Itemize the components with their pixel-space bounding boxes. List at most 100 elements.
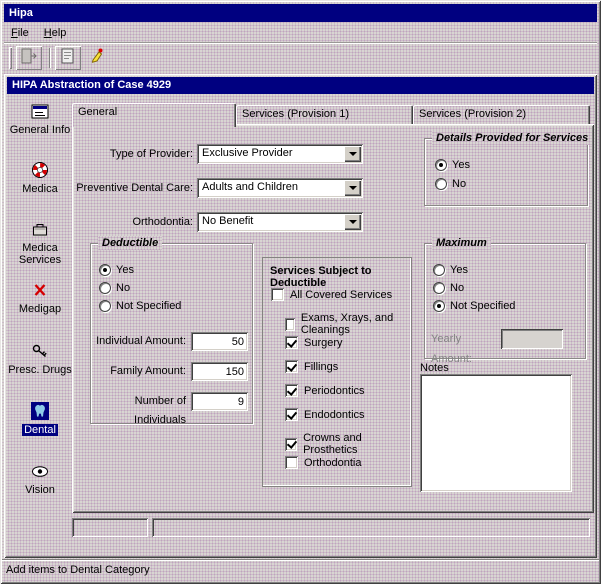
status-bar: Add items to Dental Category: [2, 559, 599, 580]
app-window: Hipa File Help HIPA Abstraction of Case …: [0, 0, 601, 584]
toolbar-grip[interactable]: [9, 47, 12, 69]
radio-icon[interactable]: [433, 300, 445, 312]
maximum-not-specified-radio[interactable]: Not Specified: [433, 300, 515, 312]
checkbox-label: Exams, Xrays, and Cleanings: [301, 312, 411, 336]
checkbox-icon[interactable]: [285, 360, 298, 373]
family-amount-input[interactable]: [191, 362, 248, 381]
sidebar-item-medica-services[interactable]: Medica Services: [7, 219, 73, 266]
checkbox-icon[interactable]: [285, 408, 298, 421]
checkbox-label: Periodontics: [304, 385, 365, 397]
deductible-no-radio[interactable]: No: [99, 282, 130, 294]
radio-icon[interactable]: [99, 282, 111, 294]
maximum-no-radio[interactable]: No: [433, 282, 464, 294]
check-exams-xrays-cleanings[interactable]: Exams, Xrays, and Cleanings: [285, 312, 411, 336]
tab-label: General: [78, 106, 117, 118]
check-surgery[interactable]: Surgery: [285, 336, 343, 349]
checkbox-icon[interactable]: [285, 318, 295, 331]
radio-icon[interactable]: [99, 264, 111, 276]
sidebar-item-label: Medigap: [19, 303, 61, 315]
checkbox-icon[interactable]: [285, 456, 298, 469]
details-no-radio[interactable]: No: [435, 178, 466, 190]
deductible-yes-radio[interactable]: Yes: [99, 264, 134, 276]
radio-icon[interactable]: [99, 300, 111, 312]
statusbar-cell-right: [152, 518, 590, 537]
deductible-groupbox: Deductible Yes No Not Specified Individu…: [90, 243, 253, 424]
checkbox-label: Surgery: [304, 337, 343, 349]
document-icon: [60, 48, 76, 67]
toolbar: [4, 42, 597, 72]
menu-bar: File Help: [4, 23, 597, 42]
tab-services-provision-1[interactable]: Services (Provision 1): [236, 105, 413, 124]
category-sidebar: General Info Medica Medica Services Medi…: [7, 96, 73, 534]
case-window: HIPA Abstraction of Case 4929 General In…: [4, 74, 597, 558]
radio-label: Yes: [452, 159, 470, 171]
sidebar-item-vision[interactable]: Vision: [7, 461, 73, 496]
combo-dropdown-button[interactable]: [344, 146, 361, 162]
red-x-icon: [30, 280, 50, 300]
radio-icon[interactable]: [433, 282, 445, 294]
checkbox-icon[interactable]: [285, 336, 298, 349]
notes-textarea[interactable]: [420, 374, 572, 492]
deductible-not-specified-radio[interactable]: Not Specified: [99, 300, 181, 312]
check-endodontics[interactable]: Endodontics: [285, 408, 365, 421]
notes-label: Notes: [420, 362, 449, 374]
tab-label: Services (Provision 1): [242, 108, 349, 120]
check-orthodontia[interactable]: Orthodontia: [285, 456, 361, 469]
radio-icon[interactable]: [435, 178, 447, 190]
exit-button[interactable]: [16, 46, 42, 70]
edit-button[interactable]: [84, 46, 110, 70]
checkbox-icon[interactable]: [285, 384, 298, 397]
preventive-dental-care-label: Preventive Dental Care:: [72, 178, 193, 198]
check-all-covered-services[interactable]: All Covered Services: [271, 288, 392, 301]
window-titlebar: Hipa: [4, 4, 597, 22]
check-crowns-prosthetics[interactable]: Crowns and Prosthetics: [285, 432, 411, 456]
tab-general[interactable]: General: [72, 103, 236, 127]
radio-icon[interactable]: [435, 159, 447, 171]
sidebar-item-label: Presc. Drugs: [8, 364, 72, 376]
tooth-icon: [30, 401, 50, 421]
combo-value: Adults and Children: [197, 178, 363, 198]
sidebar-item-general-info[interactable]: General Info: [7, 101, 73, 136]
combo-dropdown-button[interactable]: [344, 180, 361, 196]
sidebar-item-label: Medica Services: [7, 242, 73, 266]
number-of-individuals-label: Number of Individuals: [91, 392, 186, 430]
services-subject-title: Services Subject to Deductible: [270, 265, 411, 289]
services-subject-panel: Services Subject to Deductible All Cover…: [262, 257, 412, 487]
check-periodontics[interactable]: Periodontics: [285, 384, 365, 397]
type-of-provider-combo[interactable]: Exclusive Provider: [197, 144, 363, 164]
writing-hand-icon: [89, 48, 105, 67]
life-preserver-icon: [30, 160, 50, 180]
sidebar-item-medica[interactable]: Medica: [7, 160, 73, 195]
sidebar-item-label: Vision: [25, 484, 55, 496]
deductible-title: Deductible: [98, 236, 162, 250]
menu-help[interactable]: Help: [37, 25, 75, 41]
sidebar-item-dental[interactable]: Dental: [7, 401, 73, 436]
sidebar-item-medigap[interactable]: Medigap: [7, 280, 73, 315]
radio-icon[interactable]: [433, 264, 445, 276]
window-title: Hipa: [9, 7, 33, 19]
radio-label: Not Specified: [116, 300, 181, 312]
checkbox-label: Crowns and Prosthetics: [303, 432, 411, 456]
sidebar-item-presc-drugs[interactable]: Presc. Drugs: [7, 341, 73, 376]
individual-amount-input[interactable]: [191, 332, 248, 351]
orthodontia-combo[interactable]: No Benefit: [197, 212, 363, 232]
check-fillings[interactable]: Fillings: [285, 360, 338, 373]
preventive-dental-care-combo[interactable]: Adults and Children: [197, 178, 363, 198]
combo-value: Exclusive Provider: [197, 144, 363, 164]
checkbox-icon[interactable]: [271, 288, 284, 301]
checkbox-icon[interactable]: [285, 438, 297, 451]
maximum-yes-radio[interactable]: Yes: [433, 264, 468, 276]
statusbar-cell-left: [72, 518, 148, 537]
combo-dropdown-button[interactable]: [344, 214, 361, 230]
document-button[interactable]: [55, 46, 81, 70]
details-yes-radio[interactable]: Yes: [435, 159, 470, 171]
number-of-individuals-input[interactable]: [191, 392, 248, 411]
menu-file[interactable]: File: [4, 25, 37, 41]
details-provided-title: Details Provided for Services: [432, 131, 592, 145]
checkbox-label: Orthodontia: [304, 457, 361, 469]
briefcase-icon: [30, 219, 50, 239]
chevron-down-icon: [349, 186, 357, 194]
radio-label: No: [450, 282, 464, 294]
key-icon: [30, 341, 50, 361]
tab-services-provision-2[interactable]: Services (Provision 2): [413, 105, 590, 124]
